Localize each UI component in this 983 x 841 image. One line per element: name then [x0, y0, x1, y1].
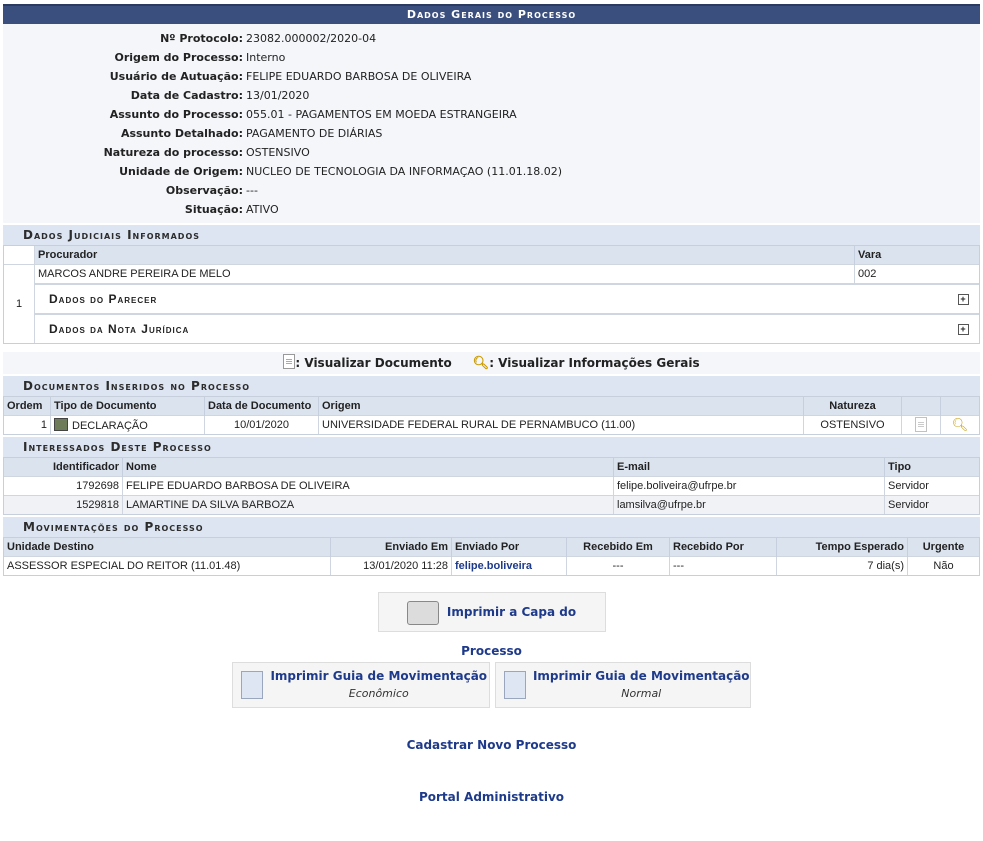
magnifier-icon: 🔍︎	[472, 356, 490, 371]
row-index: 1	[4, 264, 35, 343]
interessados-table: Identificador Nome E-mail Tipo 1792698 F…	[3, 457, 980, 515]
documents-section-title: Documentos Inseridos no Processo	[3, 376, 980, 396]
page-title: Dados Gerais do Processo	[3, 4, 980, 24]
icon-legend: : Visualizar Documento 🔍︎: Visualizar In…	[3, 352, 980, 374]
print-cover-button[interactable]: Imprimir a Capa do Processo	[377, 592, 606, 658]
document-icon	[504, 671, 527, 699]
new-process-link[interactable]: Cadastrar Novo Processo	[407, 738, 577, 752]
info-row: Assunto do Processo: 055.01 - PAGAMENTOS …	[109, 108, 517, 121]
interessados-section-title: Interessados Deste Processo	[3, 437, 980, 457]
nota-juridica-toggle[interactable]: Dados da Nota Jurídica +	[35, 314, 979, 343]
info-row: Data de Cadastro: 13/01/2020	[130, 89, 310, 102]
print-guide-economic-button[interactable]: Imprimir Guia de Movimentação Econômico	[231, 662, 490, 708]
info-row: Situação: ATIVO	[184, 203, 279, 216]
expand-icon[interactable]: +	[958, 294, 969, 305]
expand-icon[interactable]: +	[958, 324, 969, 335]
info-row: Natureza do processo: OSTENSIVO	[103, 146, 310, 159]
printer-icon	[406, 601, 439, 625]
table-row: 1 DECLARAÇÃO 10/01/2020 UNIVERSIDADE FED…	[4, 415, 979, 434]
portal-link[interactable]: Portal Administrativo	[419, 790, 564, 804]
col-vara: Vara	[854, 246, 979, 265]
col-procurador: Procurador	[34, 246, 855, 265]
procurador-name: MARCOS ANDRE PEREIRA DE MELO	[34, 264, 855, 284]
movimentacoes-section-title: Movimentações do Processo	[3, 517, 980, 537]
document-icon	[283, 354, 296, 369]
info-row: Observação: ---	[165, 184, 258, 197]
info-row: Unidade de Origem: NUCLEO DE TECNOLOGIA D…	[119, 165, 562, 178]
process-details: Dados Gerais do Processo Nº Protocolo: 23…	[3, 4, 980, 804]
movimentacoes-table: Unidade Destino Enviado Em Enviado Por R…	[3, 537, 980, 576]
table-row: 1792698 FELIPE EDUARDO BARBOSA DE OLIVEI…	[4, 476, 979, 496]
table-row: 1529818 LAMARTINE DA SILVA BARBOZA lamsi…	[4, 495, 979, 514]
general-info: Nº Protocolo: 23082.000002/2020-04 Origem…	[3, 24, 980, 223]
view-info-icon[interactable]: 🔍︎	[952, 417, 969, 432]
book-icon	[54, 418, 68, 431]
view-document-icon[interactable]	[915, 417, 927, 432]
info-row: Usuário de Autuação: FELIPE EDUARDO BARBO…	[109, 70, 472, 83]
info-row: Assunto Detalhado: PAGAMENTO DE DIÁRIAS	[120, 127, 383, 140]
judicial-table: Procurador Vara 1 MARCOS ANDRE PEREIRA D…	[3, 245, 980, 344]
vara-value: 002	[854, 264, 979, 284]
info-row: Nº Protocolo: 23082.000002/2020-04	[160, 32, 377, 45]
info-row: Origem do Processo: Interno	[114, 51, 286, 64]
judicial-section-title: Dados Judiciais Informados	[3, 225, 980, 245]
print-guide-normal-button[interactable]: Imprimir Guia de Movimentação Normal	[495, 662, 752, 708]
table-row: ASSESSOR ESPECIAL DO REITOR (11.01.48) 1…	[4, 556, 979, 575]
documents-table: Ordem Tipo de Documento Data de Document…	[3, 396, 980, 435]
sender-link[interactable]: felipe.boliveira	[455, 560, 532, 572]
document-icon	[240, 671, 263, 699]
parecer-toggle[interactable]: Dados do Parecer +	[35, 284, 979, 313]
